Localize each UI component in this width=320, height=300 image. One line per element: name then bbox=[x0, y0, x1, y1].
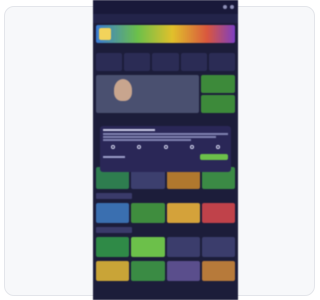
score-card[interactable] bbox=[208, 53, 236, 71]
dialog-text bbox=[103, 136, 216, 138]
score-card[interactable] bbox=[152, 53, 179, 71]
news-card[interactable] bbox=[166, 203, 200, 223]
option-radio[interactable] bbox=[189, 144, 194, 149]
hero-section bbox=[96, 75, 235, 113]
option-radio[interactable] bbox=[216, 144, 220, 149]
news-card[interactable] bbox=[96, 203, 130, 223]
news-card[interactable] bbox=[201, 261, 235, 281]
mobile-site-screenshot bbox=[93, 0, 238, 300]
news-card[interactable] bbox=[131, 261, 165, 281]
dialog-footer bbox=[103, 153, 228, 160]
news-card[interactable] bbox=[166, 261, 200, 281]
score-strip bbox=[93, 51, 238, 73]
score-card[interactable] bbox=[180, 53, 207, 71]
accept-button[interactable] bbox=[200, 153, 228, 160]
promo-banner[interactable] bbox=[96, 25, 235, 43]
news-card[interactable] bbox=[201, 203, 235, 223]
settings-link[interactable] bbox=[103, 155, 125, 158]
news-card[interactable] bbox=[201, 237, 235, 257]
news-card[interactable] bbox=[131, 203, 165, 223]
score-card[interactable] bbox=[96, 53, 123, 71]
option-radio[interactable] bbox=[163, 144, 168, 149]
section-header bbox=[96, 227, 132, 233]
dialog-text bbox=[103, 139, 191, 141]
search-icon[interactable] bbox=[223, 5, 227, 9]
top-bar bbox=[93, 0, 238, 14]
section-header bbox=[96, 193, 132, 199]
consent-options bbox=[103, 144, 228, 149]
option-radio[interactable] bbox=[137, 144, 142, 149]
news-row bbox=[93, 259, 238, 283]
side-story[interactable] bbox=[200, 95, 235, 113]
news-card[interactable] bbox=[131, 237, 165, 257]
news-card[interactable] bbox=[166, 237, 200, 257]
main-nav bbox=[93, 14, 238, 23]
news-card[interactable] bbox=[96, 261, 130, 281]
news-row bbox=[93, 201, 238, 225]
dialog-text bbox=[103, 133, 228, 135]
score-card[interactable] bbox=[124, 53, 151, 71]
consent-dialog bbox=[100, 126, 231, 172]
dialog-title bbox=[103, 129, 155, 131]
news-row bbox=[93, 235, 238, 259]
news-card[interactable] bbox=[96, 237, 130, 257]
hero-side-stories bbox=[200, 75, 235, 113]
hero-story[interactable] bbox=[96, 75, 199, 113]
menu-icon[interactable] bbox=[230, 5, 234, 9]
side-story[interactable] bbox=[200, 75, 235, 93]
option-radio[interactable] bbox=[111, 144, 115, 149]
